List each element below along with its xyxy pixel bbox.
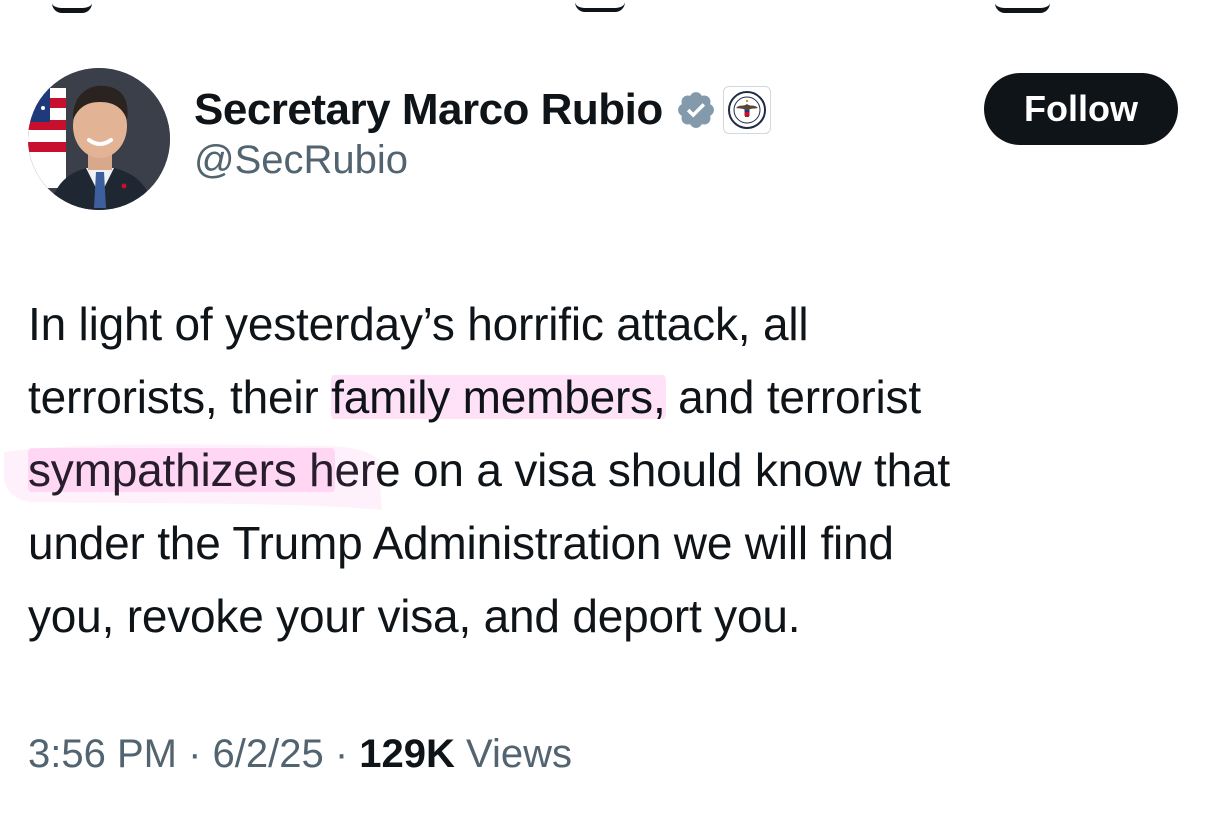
tweet-line: In light of yesterday’s horrific attack,…	[28, 288, 1178, 361]
verified-badge-icon[interactable]	[675, 89, 717, 131]
tweet-text-segment: you, revoke your visa, and deport you.	[28, 590, 801, 642]
tweet-header: Secretary Marco Rubio @SecRubio Follow	[28, 68, 1178, 213]
display-name[interactable]: Secretary Marco Rubio	[194, 85, 663, 135]
author-identity: Secretary Marco Rubio @SecRubio	[194, 84, 771, 183]
tweet-text-segment: ere on a visa should know that	[334, 444, 951, 496]
tweet-line: sympathizers here on a visa should know …	[28, 434, 1178, 507]
tweet-line: under the Trump Administration we will f…	[28, 507, 1178, 580]
tweet-text: In light of yesterday’s horrific attack,…	[28, 288, 1178, 653]
author-handle[interactable]: @SecRubio	[194, 138, 771, 183]
tweet-text-segment: In light of yesterday’s horrific attack,…	[28, 298, 809, 350]
tweet-time[interactable]: 3:56 PM	[28, 732, 177, 776]
state-department-seal-icon[interactable]	[722, 86, 771, 134]
cropped-previous-content	[0, 0, 1206, 14]
tweet-line: terrorists, their family members, and te…	[28, 361, 1178, 434]
avatar[interactable]	[28, 68, 170, 210]
tweet-date[interactable]: 6/2/25	[213, 732, 324, 776]
views-count[interactable]: 129K	[359, 732, 455, 776]
tweet-line: you, revoke your visa, and deport you.	[28, 580, 1178, 653]
cropped-glyph	[575, 0, 625, 12]
name-row: Secretary Marco Rubio	[194, 84, 771, 136]
separator: ·	[323, 732, 360, 776]
tweet-meta: 3:56 PM · 6/2/25 · 129K Views	[28, 732, 572, 777]
tweet-text-segment: terrorists, their	[28, 371, 332, 423]
highlighted-text: sympathizers h	[28, 444, 335, 496]
tweet-text-segment: under the Trump Administration we will f…	[28, 517, 894, 569]
cropped-glyph	[995, 0, 1050, 13]
avatar-portrait-icon	[28, 68, 170, 210]
views-label: Views	[454, 732, 572, 776]
tweet-text-segment: and terrorist	[665, 371, 921, 423]
highlighted-text: family members,	[331, 371, 666, 423]
separator: ·	[176, 732, 213, 776]
cropped-glyph	[52, 0, 92, 13]
follow-button[interactable]: Follow	[984, 73, 1178, 145]
